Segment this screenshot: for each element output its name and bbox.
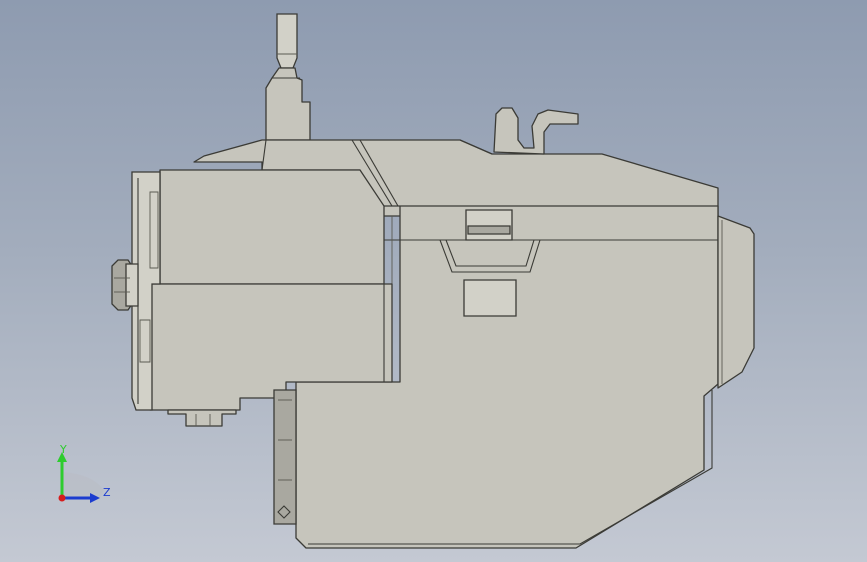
top-clip bbox=[493, 107, 579, 155]
axis-triad-icon bbox=[57, 452, 104, 503]
triad-plane-shade bbox=[62, 472, 104, 498]
top-lever bbox=[265, 13, 311, 141]
z-axis-label: Z bbox=[103, 486, 111, 499]
cad-viewport[interactable]: Y Z bbox=[0, 0, 867, 562]
coordinate-triad: Y Z bbox=[48, 438, 118, 510]
cad-model-side-view[interactable] bbox=[0, 0, 867, 562]
terminal-block-upper bbox=[159, 169, 392, 285]
lower-side-terminal bbox=[273, 389, 297, 525]
x-axis-dot-icon bbox=[58, 494, 66, 502]
terminal-screw bbox=[111, 259, 139, 311]
y-axis-label: Y bbox=[60, 443, 67, 456]
bottom-terminal bbox=[167, 409, 237, 427]
front-bump bbox=[717, 215, 755, 389]
